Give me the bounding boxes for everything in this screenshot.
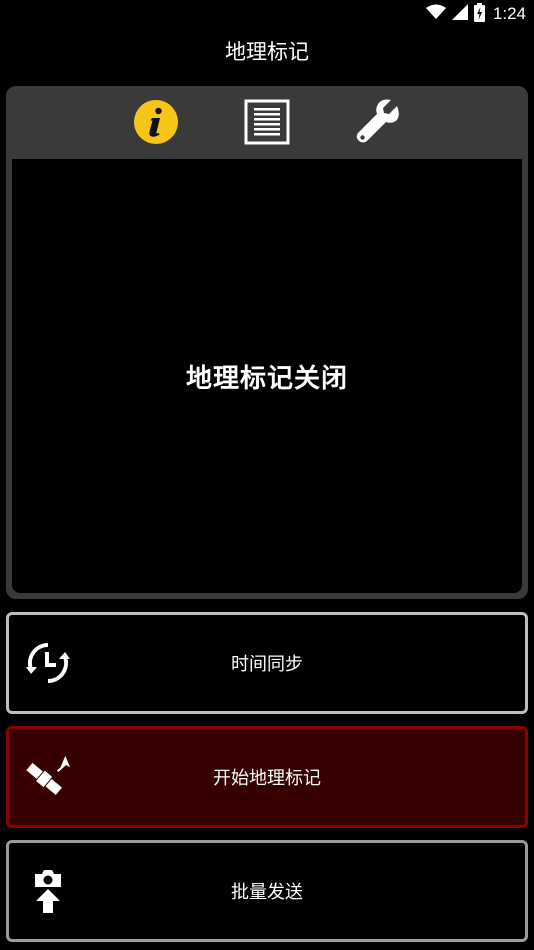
batch-send-button[interactable]: 批量发送 [6, 840, 528, 942]
start-geotag-label: 开始地理标记 [213, 768, 321, 789]
status-time: 1:24 [492, 4, 526, 23]
tab-settings[interactable] [354, 98, 402, 150]
document-list-icon [244, 99, 290, 149]
status-bar: 1:24 [0, 0, 534, 28]
tab-bar [6, 86, 528, 158]
batch-send-label: 批量发送 [231, 882, 303, 903]
time-sync-button[interactable]: 时间同步 [6, 612, 528, 714]
time-sync-label: 时间同步 [231, 654, 303, 675]
battery-charging-icon [473, 2, 485, 26]
info-icon [133, 99, 179, 149]
status-icons: 1:24 [425, 2, 526, 26]
tab-log[interactable] [243, 99, 291, 149]
clock-sync-icon [23, 638, 73, 688]
geotag-status-text: 地理标记关闭 [185, 363, 348, 394]
main-panel: 地理标记关闭 [6, 86, 528, 599]
start-geotag-button[interactable]: 开始地理标记 [6, 726, 528, 828]
wifi-icon [425, 4, 446, 24]
camera-upload-icon [23, 866, 73, 916]
app-title: 地理标记 [225, 40, 309, 64]
tab-info[interactable] [132, 100, 180, 148]
wrench-icon [354, 98, 402, 150]
cell-signal-icon [451, 4, 468, 24]
satellite-icon [23, 752, 73, 802]
panel-content: 地理标记关闭 [12, 159, 522, 593]
